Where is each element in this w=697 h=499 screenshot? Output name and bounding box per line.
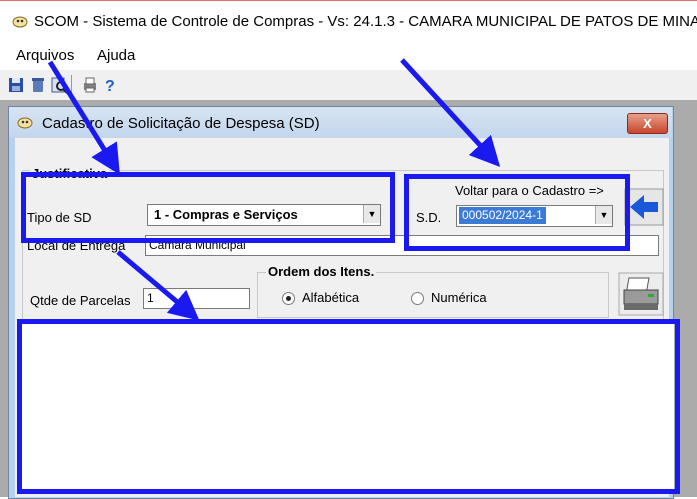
printer-icon[interactable] bbox=[618, 272, 664, 316]
window-title: SCOM - Sistema de Controle de Compras - … bbox=[34, 13, 697, 30]
annotation-box-tipo-sd bbox=[21, 172, 395, 243]
search-icon[interactable] bbox=[50, 76, 68, 94]
save-icon[interactable] bbox=[7, 76, 25, 94]
parcelas-input[interactable]: 1 bbox=[143, 288, 250, 309]
radio-selected-dot bbox=[286, 296, 291, 301]
toolbar-separator bbox=[71, 75, 72, 95]
menu-ajuda[interactable]: Ajuda bbox=[97, 47, 135, 64]
radio-numerica[interactable] bbox=[411, 292, 424, 305]
trash-icon[interactable] bbox=[29, 76, 47, 94]
annotation-box-sd bbox=[404, 174, 630, 251]
ordem-title: Ordem dos Itens. bbox=[266, 264, 377, 279]
help-icon[interactable]: ? bbox=[101, 76, 119, 94]
radio-alfabetica[interactable] bbox=[282, 292, 295, 305]
svg-text:?: ? bbox=[105, 78, 115, 94]
annotation-box-items bbox=[17, 319, 680, 494]
alfabetica-label: Alfabética bbox=[302, 290, 360, 305]
parcelas-value: 1 bbox=[147, 291, 154, 305]
child-app-icon bbox=[17, 117, 33, 129]
back-arrow-icon[interactable] bbox=[624, 188, 664, 226]
child-window-title: Cadastro de Solicitação de Despesa (SD) bbox=[42, 115, 320, 132]
print-icon[interactable] bbox=[81, 76, 99, 94]
app-icon bbox=[12, 16, 28, 28]
parcelas-label: Qtde de Parcelas bbox=[30, 293, 131, 308]
numerica-label: Numérica bbox=[431, 290, 487, 305]
close-button[interactable]: X bbox=[627, 113, 668, 134]
menu-arquivos[interactable]: Arquivos bbox=[16, 47, 74, 64]
